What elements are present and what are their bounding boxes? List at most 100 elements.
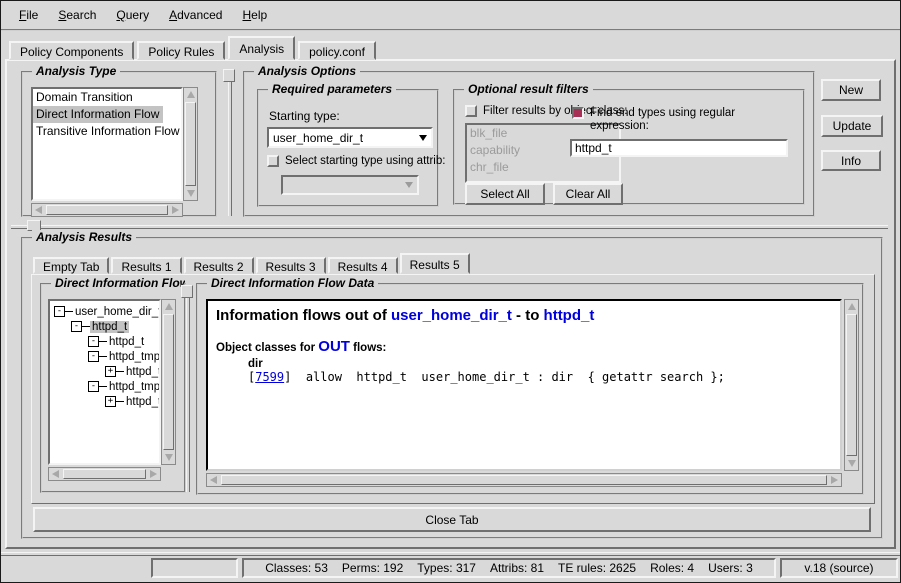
results-tab-results-3[interactable]: Results 3 [256,257,326,274]
tree-node-label[interactable]: httpd_tmpfs_t [107,381,161,393]
close-tab-button[interactable]: Close Tab [33,507,871,532]
options-sash-handle[interactable] [223,69,235,82]
scrollbar-thumb[interactable] [163,314,174,450]
scroll-right-icon[interactable] [828,474,841,486]
tab-analysis[interactable]: Analysis [228,36,295,60]
tree-node-label[interactable]: httpd_t [90,321,129,333]
analysis-type-hscrollbar[interactable] [31,203,183,217]
tree-connector [82,326,90,327]
scroll-up-icon[interactable] [162,300,175,313]
flow-data-hscrollbar[interactable] [206,473,842,487]
analysis-type-frame: Analysis Type Domain TransitionDirect In… [21,71,217,217]
results-tab-results-1[interactable]: Results 1 [111,257,181,274]
collapse-icon[interactable]: - [71,321,82,332]
results-tab-results-4[interactable]: Results 4 [328,257,398,274]
scrollbar-thumb[interactable] [185,102,196,186]
menu-item-search[interactable]: Search [48,6,106,24]
flow-tree-title: Direct Information Flow T [51,276,185,290]
attrib-checkbox-row: Select starting type using attrib: [267,155,439,168]
scroll-down-icon[interactable] [184,187,197,200]
scroll-left-icon[interactable] [32,204,45,216]
tab-policy-components[interactable]: Policy Components [9,41,134,60]
results-sash-line [11,225,888,229]
scrollbar-thumb[interactable] [46,205,168,215]
analysis-type-item-transitive-information-flow[interactable]: Transitive Information Flow [33,123,181,140]
clear-all-button[interactable]: Clear All [553,183,623,205]
stat-roles: Roles: 4 [650,561,694,575]
tree-node-label[interactable]: httpd_t [124,396,161,408]
update-button[interactable]: Update [821,115,883,137]
new-button[interactable]: New [821,79,881,101]
scroll-right-icon[interactable] [169,204,182,216]
analysis-type-item-domain-transition[interactable]: Domain Transition [33,89,181,106]
chevron-down-icon[interactable] [415,135,431,141]
flow-heading: Information flows out of user_home_dir_t… [216,307,832,324]
flow-data-frame: Direct Information Flow Data Information… [196,283,864,495]
flow-tree-vscrollbar[interactable] [161,299,176,465]
attrib-checkbox[interactable] [267,155,279,167]
collapse-icon[interactable]: - [88,381,99,392]
scroll-up-icon[interactable] [184,88,197,101]
expand-icon[interactable]: + [105,396,116,407]
expand-icon[interactable]: + [105,366,116,377]
scroll-left-icon[interactable] [207,474,220,486]
tree-node-httpd-t[interactable]: + httpd_t [50,394,159,409]
tree-node-httpd-t[interactable]: -httpd_t [50,334,159,349]
tree-node-httpd-t[interactable]: + httpd_t [50,364,159,379]
scroll-left-icon[interactable] [49,468,62,480]
menu-item-help[interactable]: Help [232,6,277,24]
options-sash-line [228,82,232,216]
starting-type-combobox[interactable]: user_home_dir_t [267,127,433,148]
tree-node-httpd-tmpfs-t[interactable]: -httpd_tmpfs_t [50,379,159,394]
analysis-type-item-direct-information-flow[interactable]: Direct Information Flow [33,106,163,123]
analysis-type-vscrollbar[interactable] [183,87,198,201]
scroll-up-icon[interactable] [845,300,858,313]
status-separator [1,552,900,556]
tree-node-label[interactable]: httpd_t [107,336,146,348]
collapse-icon[interactable]: - [88,336,99,347]
stat-attribs: Attribs: 81 [490,561,544,575]
tree-node-user-home-dir-t[interactable]: -user_home_dir_t [50,304,159,319]
analysis-type-list[interactable]: Domain TransitionDirect Information Flow… [31,87,183,201]
select-all-button[interactable]: Select All [465,183,545,205]
tree-connector [65,311,73,312]
tree-data-sash-handle[interactable] [181,285,193,298]
collapse-icon[interactable]: - [88,351,99,362]
flow-data-vscrollbar[interactable] [844,299,859,471]
object-class-name: dir [248,358,832,370]
scrollbar-thumb[interactable] [221,475,827,485]
tree-node-httpd-tmp-t[interactable]: -httpd_tmp_t [50,349,159,364]
tab-policy-rules[interactable]: Policy Rules [137,41,225,60]
scrollbar-thumb[interactable] [63,469,146,479]
filter-by-class-checkbox[interactable] [465,105,477,117]
menu-item-advanced[interactable]: Advanced [159,6,232,24]
flow-tree-hscrollbar[interactable] [48,467,161,481]
scroll-down-icon[interactable] [845,457,858,470]
tree-node-label[interactable]: httpd_t [124,366,161,378]
scroll-right-icon[interactable] [147,468,160,480]
optional-result-filters-title: Optional result filters [464,82,593,96]
tree-connector [116,371,124,372]
rule-number-link[interactable]: 7599 [255,370,284,384]
tree-node-label[interactable]: httpd_tmp_t [107,351,161,363]
flow-data-title: Direct Information Flow Data [207,276,378,290]
object-class-item-chr-file: chr_file [467,159,619,176]
collapse-icon[interactable]: - [54,306,65,317]
menu-item-query[interactable]: Query [106,6,159,24]
results-tab-results-2[interactable]: Results 2 [184,257,254,274]
results-tab-results-5[interactable]: Results 5 [400,253,470,274]
tree-connector [99,356,107,357]
tree-node-label[interactable]: user_home_dir_t [73,306,161,318]
menu-item-file[interactable]: File [9,6,48,24]
tab-policy-conf[interactable]: policy.conf [298,41,376,60]
regex-input[interactable] [570,139,788,157]
flow-tree[interactable]: -user_home_dir_t-httpd_t-httpd_t-httpd_t… [48,299,161,465]
regex-checkbox-label: Find end types using regular expression: [590,107,782,133]
scroll-down-icon[interactable] [162,451,175,464]
tree-node-httpd-t[interactable]: -httpd_t [50,319,159,334]
regex-checkbox[interactable] [572,107,584,119]
analysis-results-title: Analysis Results [32,230,136,244]
info-button[interactable]: Info [821,150,881,171]
results-tab-empty-tab[interactable]: Empty Tab [33,257,109,274]
scrollbar-thumb[interactable] [846,314,857,456]
